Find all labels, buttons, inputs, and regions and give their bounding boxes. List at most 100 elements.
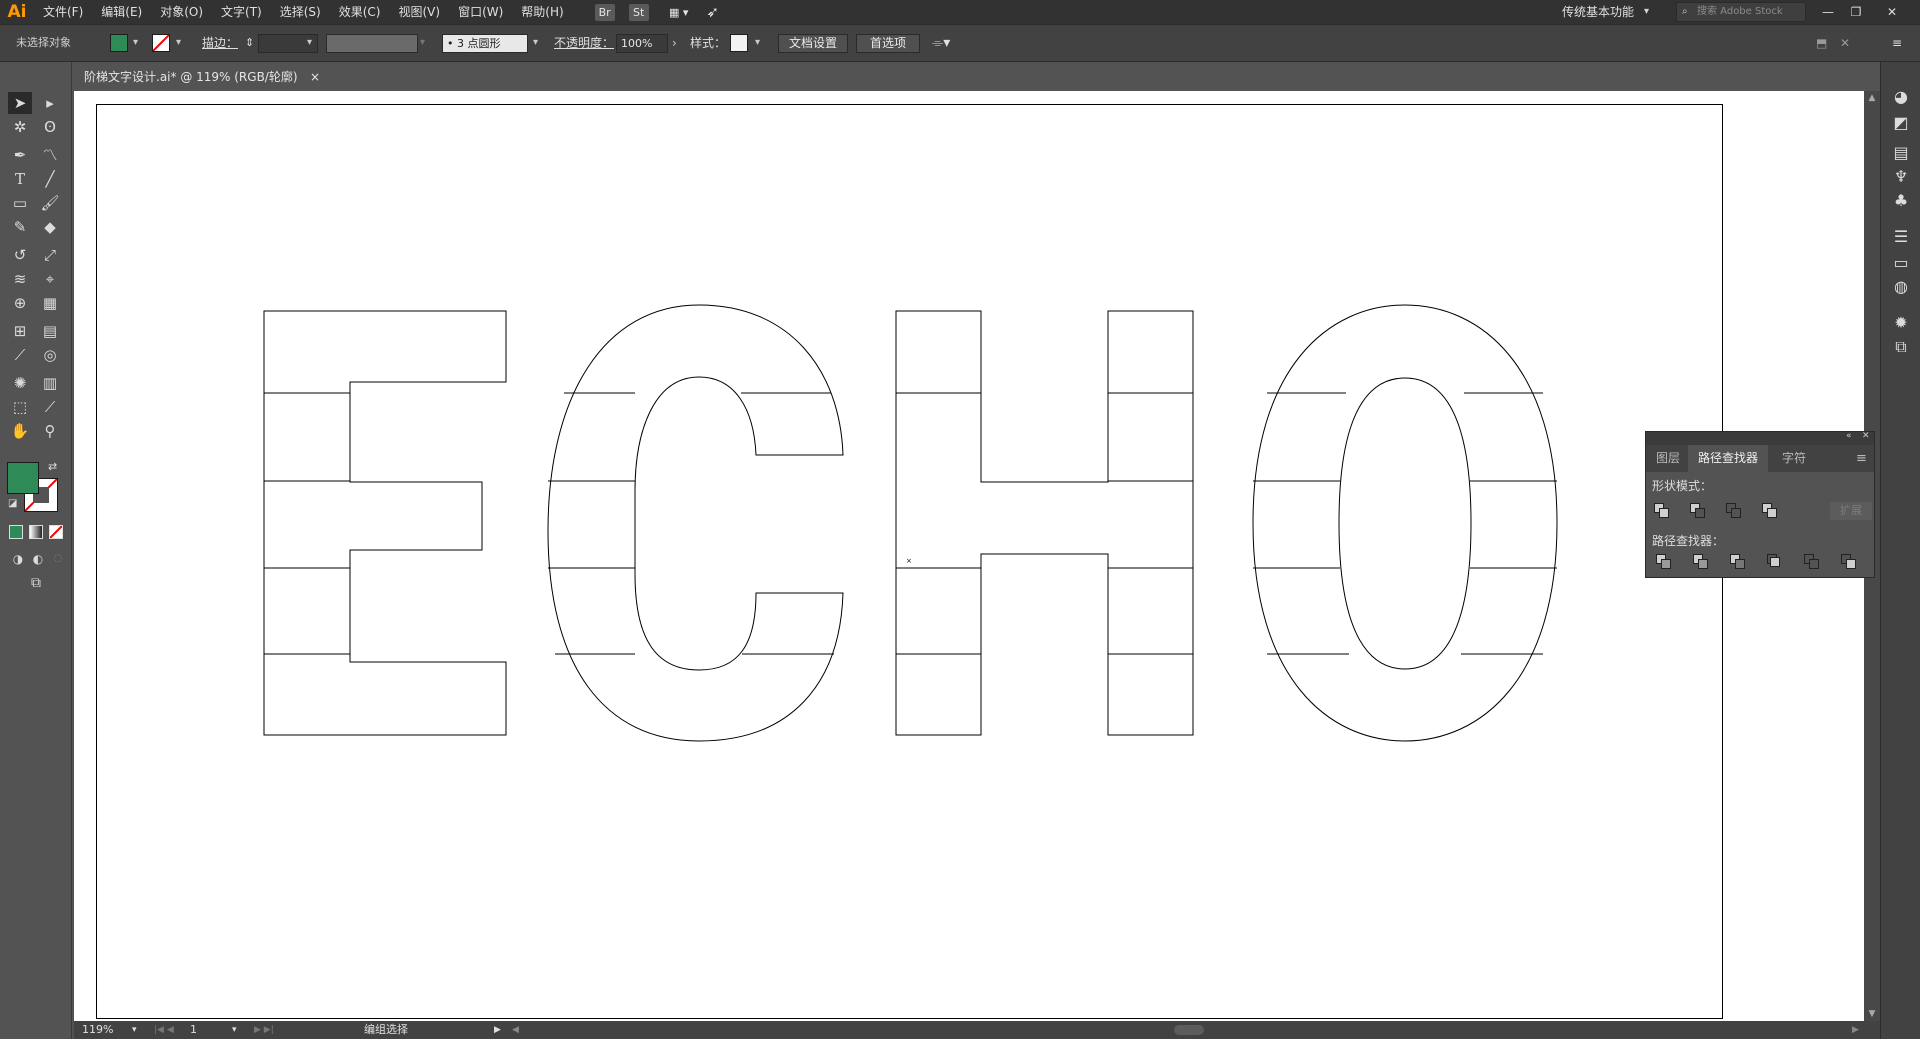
- shape-builder-tool-icon[interactable]: ⊕: [8, 292, 32, 314]
- transparency-icon[interactable]: ◍: [1889, 276, 1913, 298]
- blend-tool-icon[interactable]: ◎: [38, 344, 62, 366]
- menu-effect[interactable]: 效果(C): [330, 0, 390, 24]
- chevron-down-icon[interactable]: ▾: [1644, 0, 1649, 24]
- panel-collapse-icon[interactable]: ⬒: [1816, 25, 1827, 61]
- stroke-swatch[interactable]: [152, 34, 170, 52]
- merge-button[interactable]: [1728, 552, 1748, 572]
- close-tab-icon[interactable]: ×: [310, 64, 320, 90]
- trim-button[interactable]: [1691, 552, 1711, 572]
- menu-object[interactable]: 对象(O): [151, 0, 212, 24]
- restore-button[interactable]: ❐: [1844, 0, 1868, 24]
- menu-edit[interactable]: 编辑(E): [92, 0, 151, 24]
- fill-color-box[interactable]: [7, 462, 39, 494]
- tab-pathfinder[interactable]: 路径查找器: [1688, 445, 1769, 472]
- stock-search-input[interactable]: ⌕ 搜索 Adobe Stock: [1676, 2, 1806, 22]
- libraries-icon[interactable]: ◩: [1889, 112, 1913, 134]
- tab-layers[interactable]: 图层: [1646, 445, 1690, 472]
- artboard-number[interactable]: 1: [190, 1021, 197, 1039]
- selection-tool-icon[interactable]: ➤: [8, 92, 32, 114]
- scroll-down-icon[interactable]: ▼: [1864, 1009, 1880, 1019]
- scale-tool-icon[interactable]: ⤢: [38, 244, 62, 266]
- artboard-tool-icon[interactable]: ⬚: [8, 396, 32, 418]
- screen-mode-icon[interactable]: ⧉: [24, 572, 48, 594]
- stroke-panel-icon[interactable]: ☰: [1889, 226, 1913, 248]
- panel-menu-icon[interactable]: ≡: [1846, 445, 1877, 472]
- paintbrush-tool-icon[interactable]: 🖌: [38, 192, 62, 214]
- canvas[interactable]: ×: [74, 91, 1864, 1021]
- variable-width-field[interactable]: [326, 34, 418, 53]
- bridge-button[interactable]: Br: [594, 3, 615, 21]
- gpu-performance-icon[interactable]: ➶: [703, 3, 723, 21]
- minus-back-button[interactable]: [1839, 552, 1859, 572]
- magic-wand-tool-icon[interactable]: ✲: [8, 116, 32, 138]
- fill-swatch[interactable]: [110, 34, 128, 52]
- menu-view[interactable]: 视图(V): [389, 0, 449, 24]
- perspective-grid-tool-icon[interactable]: ▦: [38, 292, 62, 314]
- slice-tool-icon[interactable]: ⟋: [38, 396, 62, 418]
- close-panel-icon[interactable]: ✕: [1862, 431, 1870, 441]
- document-tab[interactable]: 阶梯文字设计.ai* @ 119% (RGB/轮廓) ×: [74, 64, 326, 90]
- color-mode-icon[interactable]: [9, 525, 23, 539]
- draw-inside-icon[interactable]: ◌: [46, 548, 70, 570]
- swatches-icon[interactable]: ▤: [1889, 142, 1913, 164]
- chevron-down-icon[interactable]: ▾: [533, 25, 538, 61]
- column-graph-tool-icon[interactable]: ▥: [38, 372, 62, 394]
- minus-front-button[interactable]: [1688, 501, 1708, 521]
- curvature-tool-icon[interactable]: 〽: [38, 144, 62, 166]
- scroll-up-icon[interactable]: ▲: [1864, 93, 1880, 103]
- pen-tool-icon[interactable]: ✒: [8, 144, 32, 166]
- menu-file[interactable]: 文件(F): [34, 0, 92, 24]
- chevron-down-icon[interactable]: ▾: [133, 25, 138, 61]
- rotate-tool-icon[interactable]: ↺: [8, 244, 32, 266]
- gradient-mode-icon[interactable]: [29, 525, 43, 539]
- status-menu-icon[interactable]: ▶: [494, 1021, 501, 1039]
- opacity-label[interactable]: 不透明度：: [554, 25, 614, 61]
- chevron-right-icon[interactable]: ›: [672, 25, 677, 61]
- stroke-stepper-icon[interactable]: ⇕: [245, 25, 254, 61]
- color-guide-icon[interactable]: ◕: [1889, 86, 1913, 108]
- default-colors-icon[interactable]: ◪: [8, 498, 17, 509]
- horizontal-scroll-thumb[interactable]: [1174, 1025, 1204, 1035]
- symbol-sprayer-tool-icon[interactable]: ✺: [8, 372, 32, 394]
- chevron-down-icon[interactable]: ▾: [232, 1021, 237, 1039]
- scroll-right-icon[interactable]: ▶: [1852, 1021, 1859, 1039]
- stock-button[interactable]: St: [628, 3, 649, 21]
- type-tool-icon[interactable]: T: [8, 168, 32, 190]
- chevron-down-icon[interactable]: ▾: [132, 1021, 137, 1039]
- workspace-switcher[interactable]: 传统基本功能: [1562, 0, 1634, 24]
- last-artboard-icon[interactable]: ▶ ▶|: [254, 1021, 274, 1039]
- menu-select[interactable]: 选择(S): [271, 0, 330, 24]
- preferences-button[interactable]: 首选项: [856, 34, 920, 53]
- first-artboard-icon[interactable]: |◀ ◀: [154, 1021, 174, 1039]
- gradient-tool-icon[interactable]: ▤: [38, 320, 62, 342]
- appearance-icon[interactable]: ✹: [1889, 312, 1913, 334]
- brushes-icon[interactable]: ♆: [1889, 166, 1913, 188]
- shaper-tool-icon[interactable]: ✎: [8, 216, 32, 238]
- unite-button[interactable]: [1652, 501, 1672, 521]
- divide-button[interactable]: [1654, 552, 1674, 572]
- zoom-level[interactable]: 119%: [82, 1021, 113, 1039]
- tab-character[interactable]: 字符: [1772, 445, 1816, 472]
- minimize-button[interactable]: —: [1816, 0, 1840, 24]
- none-mode-icon[interactable]: [49, 525, 63, 539]
- hand-tool-icon[interactable]: ✋: [8, 420, 32, 442]
- eyedropper-tool-icon[interactable]: ⟋: [8, 344, 32, 366]
- crop-button[interactable]: [1765, 552, 1785, 572]
- panel-close-icon[interactable]: ✕: [1840, 25, 1850, 61]
- scroll-left-icon[interactable]: ◀: [512, 1021, 519, 1039]
- gradient-panel-icon[interactable]: ▭: [1889, 252, 1913, 274]
- brush-profile-field[interactable]: • 3 点圆形: [442, 34, 528, 53]
- document-setup-button[interactable]: 文档设置: [778, 34, 848, 53]
- chevron-down-icon[interactable]: ▾: [176, 25, 181, 61]
- panel-header[interactable]: « ✕: [1646, 431, 1874, 445]
- control-menu-icon[interactable]: ≡: [1892, 25, 1902, 61]
- collapse-panel-icon[interactable]: «: [1846, 431, 1852, 441]
- graphic-styles-icon[interactable]: ⧉: [1889, 336, 1913, 358]
- menu-type[interactable]: 文字(T): [212, 0, 271, 24]
- mesh-tool-icon[interactable]: ⊞: [8, 320, 32, 342]
- chevron-down-icon[interactable]: ▾: [755, 25, 760, 61]
- arrange-documents-button[interactable]: ▦ ▾: [663, 4, 695, 21]
- opacity-field[interactable]: 100%: [616, 34, 668, 53]
- swap-colors-icon[interactable]: ⇄: [48, 460, 57, 473]
- direct-selection-tool-icon[interactable]: ▸: [38, 92, 62, 114]
